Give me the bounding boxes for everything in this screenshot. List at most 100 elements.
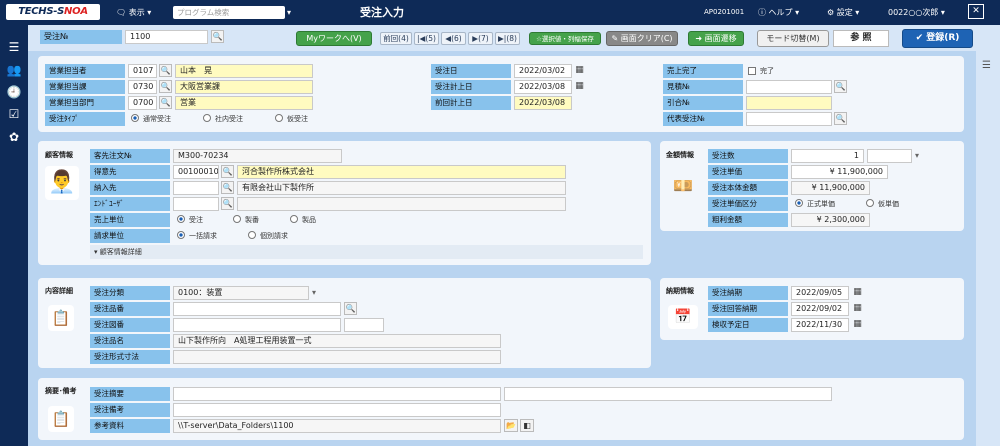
chevron-down-icon[interactable]: ▾ xyxy=(312,288,316,297)
reply-due-input[interactable]: 2022/09/02 xyxy=(791,302,849,316)
calendar-icon[interactable]: ▦ xyxy=(852,303,863,314)
sales-dept-name: 営業 xyxy=(175,96,313,110)
rep-order-no-input[interactable] xyxy=(746,112,832,126)
left-rail: ☰ 👥 🕘 ☑ ✿ xyxy=(0,25,28,446)
program-search-input[interactable]: プログラム検索 xyxy=(173,6,285,19)
sales-section-search-icon[interactable]: 🔍 xyxy=(159,80,172,93)
estimate-search-icon[interactable]: 🔍 xyxy=(834,80,847,93)
user-menu[interactable]: 0022○○次郎 ▾ xyxy=(888,6,945,19)
folder-icon[interactable]: 📂 xyxy=(504,419,518,432)
screen-id: AP0201001 xyxy=(704,8,745,16)
sales-section-code[interactable]: 0730 xyxy=(128,80,157,94)
close-button[interactable]: ✕ xyxy=(968,4,984,19)
sales-unit-lot-radio[interactable]: 製番 xyxy=(233,214,259,226)
unit-price-input[interactable]: ¥ 11,900,000 xyxy=(791,165,888,179)
previous-record-button[interactable]: ◀(6) xyxy=(441,32,466,45)
price-type-provisional-radio[interactable]: 仮単価 xyxy=(866,198,899,210)
drawing-no-input[interactable] xyxy=(173,318,341,332)
users-icon[interactable]: 👥 xyxy=(6,62,22,78)
calendar-board-icon: 📅 xyxy=(668,305,698,329)
sales-complete-checkbox[interactable] xyxy=(748,67,756,75)
last-record-button[interactable]: ▶|(8) xyxy=(495,32,520,45)
order-type-provisional-radio[interactable]: 仮受注 xyxy=(275,113,308,125)
order-type-internal-radio[interactable]: 社内受注 xyxy=(203,113,243,125)
calendar-icon[interactable]: ▦ xyxy=(574,65,585,76)
po-no-label: 客先注文№ xyxy=(90,149,170,163)
billing-lump-radio[interactable]: 一括請求 xyxy=(177,230,217,242)
checklist-icon[interactable]: ☑ xyxy=(6,106,22,122)
screen-transition-button[interactable]: ➜ 画面遷移 xyxy=(688,31,744,46)
item-search-icon[interactable]: 🔍 xyxy=(344,302,357,315)
unit-select[interactable] xyxy=(867,149,912,163)
client-code[interactable]: 00100010 xyxy=(173,165,219,179)
reference-no-input[interactable] xyxy=(746,96,832,110)
calendar-icon[interactable]: ▦ xyxy=(852,287,863,298)
end-user-code[interactable] xyxy=(173,197,219,211)
sales-unit-product-radio[interactable]: 製品 xyxy=(290,214,316,226)
sales-unit-order-label: 受注 xyxy=(189,216,203,224)
sales-unit-label: 売上単位 xyxy=(90,213,170,227)
sales-person-label: 営業担当者 xyxy=(45,64,125,78)
sales-unit-order-radio[interactable]: 受注 xyxy=(177,214,203,226)
clear-screen-button[interactable]: ✎ 画面クリア(C) xyxy=(606,31,678,46)
sales-person-code[interactable]: 0107 xyxy=(128,64,157,78)
register-button[interactable]: ✔ 登録(R) xyxy=(902,29,973,48)
client-search-icon[interactable]: 🔍 xyxy=(221,165,234,178)
summary-input-2[interactable] xyxy=(504,387,832,401)
summary-input[interactable] xyxy=(173,387,501,401)
end-user-search-icon[interactable]: 🔍 xyxy=(221,197,234,210)
mode-switch-button[interactable]: モード切替(M) xyxy=(757,30,829,47)
calendar-icon[interactable]: ▦ xyxy=(574,81,585,92)
order-date-input[interactable]: 2022/03/02 xyxy=(514,64,572,78)
client-label: 得意先 xyxy=(90,165,170,179)
order-type-normal-radio[interactable]: 通常受注 xyxy=(131,113,171,125)
display-menu[interactable]: 🗨 表示 ▾ xyxy=(116,6,151,19)
history-icon[interactable]: 🕘 xyxy=(6,84,22,100)
po-no-input[interactable]: M300-70234 xyxy=(173,149,342,163)
ship-to-code[interactable] xyxy=(173,181,219,195)
program-search-dropdown-icon[interactable]: ▾ xyxy=(287,6,291,19)
prev-button[interactable]: 前回(4) xyxy=(380,32,412,45)
price-type-official-radio[interactable]: 正式単価 xyxy=(795,198,835,210)
clipboard-icon: 📋 xyxy=(48,305,74,331)
ship-to-name: 有限会社山下製作所 xyxy=(237,181,566,195)
customer-detail-toggle[interactable]: ▾ 顧客情報詳細 xyxy=(90,245,643,259)
next-record-button[interactable]: ▶(7) xyxy=(468,32,493,45)
first-record-button[interactable]: |◀(5) xyxy=(414,32,439,45)
help-label: ヘルプ xyxy=(768,8,793,17)
reference-input[interactable]: \\T-server\Data_Folders\1100 xyxy=(173,419,501,433)
sales-dept-label: 営業担当部門 xyxy=(45,96,125,110)
estimate-no-input[interactable] xyxy=(746,80,832,94)
due-date-input[interactable]: 2022/09/05 xyxy=(791,286,849,300)
qty-input[interactable]: 1 xyxy=(791,149,864,163)
drawing-rev-input[interactable] xyxy=(344,318,384,332)
order-no-input[interactable]: 1100 xyxy=(125,30,208,44)
item-no-input[interactable] xyxy=(173,302,341,316)
inspection-date-input[interactable]: 2022/11/30 xyxy=(791,318,849,332)
category-select[interactable]: 0100：装置 xyxy=(173,286,309,300)
clipboard-icon: 📋 xyxy=(48,406,74,432)
spec-input[interactable] xyxy=(173,350,501,364)
save-column-button[interactable]: ☆選択値・列幅保存 xyxy=(529,32,601,45)
billing-individual-radio[interactable]: 個別請求 xyxy=(248,230,288,242)
sales-dept-search-icon[interactable]: 🔍 xyxy=(159,96,172,109)
ship-to-search-icon[interactable]: 🔍 xyxy=(221,181,234,194)
sales-dept-code[interactable]: 0700 xyxy=(128,96,157,110)
chevron-down-icon[interactable]: ▾ xyxy=(915,151,919,160)
settings-menu[interactable]: ⚙ 設定 ▾ xyxy=(827,6,859,19)
order-search-icon[interactable]: 🔍 xyxy=(211,30,224,43)
menu-icon[interactable]: ☰ xyxy=(6,39,22,55)
puzzle-icon[interactable]: ✿ xyxy=(6,129,22,145)
order-posting-date-input[interactable]: 2022/03/08 xyxy=(514,80,572,94)
calendar-icon[interactable]: ▦ xyxy=(852,319,863,330)
remarks-input[interactable] xyxy=(173,403,501,417)
transition-label: 画面遷移 xyxy=(704,34,737,43)
item-name-input[interactable]: 山下製作所向 A処理工程用装置一式 xyxy=(173,334,501,348)
rep-order-no-label: 代表受注№ xyxy=(663,112,743,126)
open-file-icon[interactable]: ◧ xyxy=(520,419,534,432)
side-menu-icon[interactable]: ☰ xyxy=(982,60,991,71)
rep-order-search-icon[interactable]: 🔍 xyxy=(834,112,847,125)
my-work-button[interactable]: Myワークへ(V) xyxy=(296,31,372,46)
help-menu[interactable]: ⓘ ヘルプ ▾ xyxy=(758,6,799,19)
sales-person-search-icon[interactable]: 🔍 xyxy=(159,64,172,77)
